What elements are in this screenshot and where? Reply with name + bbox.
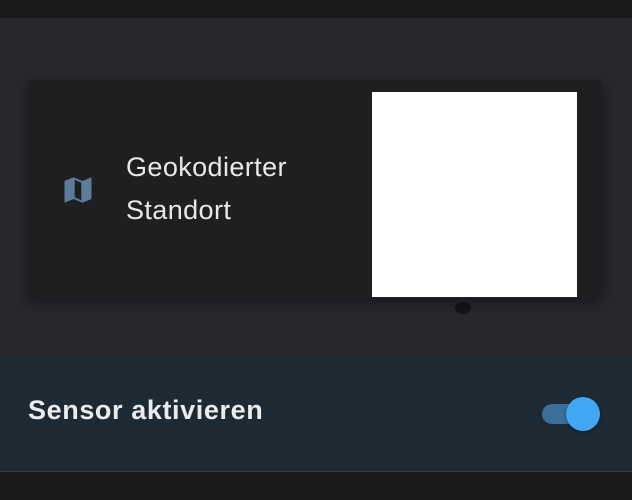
background-ghost-dot [455,302,471,314]
geocoded-location-card[interactable]: Geokodierter Standort [28,80,602,298]
card-title-line-2: Standort [126,195,232,225]
screen: Geokodierter Standort Sensor aktivieren [0,0,632,500]
sensor-enable-label: Sensor aktivieren [28,395,264,425]
sensor-enable-row[interactable]: Sensor aktivieren [0,357,632,471]
card-title: Geokodierter Standort [126,146,356,232]
map-icon [64,177,92,203]
toggle-thumb [566,397,600,431]
card-title-line-1: Geokodierter [126,152,287,182]
sensor-enable-toggle[interactable] [540,397,602,431]
map-image-area [372,92,577,297]
bottom-bar [0,471,632,500]
top-bar [0,0,632,18]
